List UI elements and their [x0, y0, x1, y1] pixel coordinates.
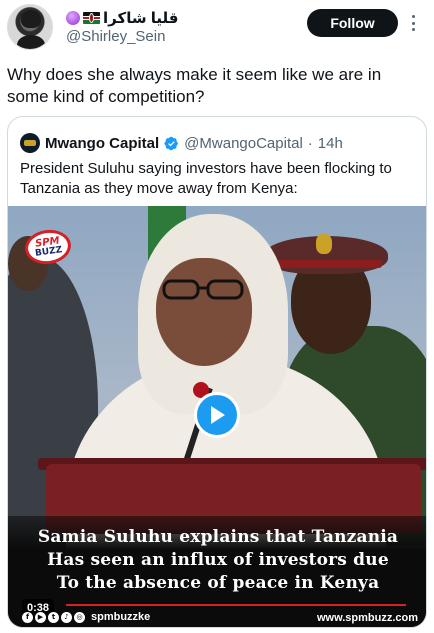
quoted-tweet-header: Mwango Capital @MwangoCapital · 14h — [20, 133, 343, 153]
author-name-row[interactable]: قليا شاكرا — [66, 9, 178, 27]
play-button[interactable] — [194, 392, 240, 438]
quoted-timestamp[interactable]: 14h — [318, 135, 343, 152]
quoted-tweet[interactable]: Mwango Capital @MwangoCapital · 14h Pres… — [7, 116, 427, 628]
caption-underline — [66, 604, 406, 606]
play-icon — [211, 406, 225, 424]
follow-button[interactable]: Follow — [307, 9, 398, 37]
kenya-flag-icon — [83, 12, 100, 24]
logo-line-2: BUZZ — [34, 244, 63, 259]
quoted-tweet-text: President Suluhu saying investors have b… — [20, 160, 392, 197]
purple-circle-icon — [66, 11, 80, 25]
caption-line-3: To the absence of peace in Kenya — [56, 573, 380, 593]
verified-badge-icon — [164, 136, 179, 150]
speaker-face-shape — [156, 258, 252, 366]
tweet-header: قليا شاكرا @Shirley_Sein Follow — [0, 0, 434, 56]
avatar-hair-shape — [21, 10, 41, 28]
youtube-icon: ▶ — [35, 611, 46, 623]
officer-cap-band — [270, 260, 382, 268]
social-handle: spmbuzzke — [91, 611, 151, 623]
author-avatar[interactable] — [7, 4, 53, 50]
quoted-author-avatar[interactable] — [20, 133, 40, 153]
video-caption: Samia Suluhu explains that Tanzania Has … — [8, 526, 426, 595]
speaker-glasses-shape — [162, 279, 244, 300]
instagram-icon: ◎ — [74, 611, 85, 623]
social-handles-bar: f ▶ t ♪ ◎ spmbuzzke — [22, 611, 150, 623]
avatar-body-shape — [17, 35, 45, 49]
website-url: www.spmbuzz.com — [316, 612, 418, 624]
caption-line-2: Has seen an influx of investors due — [47, 550, 389, 570]
video-player[interactable]: SPM BUZZ Samia Suluhu explains that Tanz… — [8, 206, 426, 627]
facebook-icon: f — [22, 611, 33, 623]
separator-dot: · — [307, 134, 313, 152]
quoted-author-handle[interactable]: @MwangoCapital — [184, 135, 303, 152]
tweet-text: Why does she always make it seem like we… — [7, 65, 382, 106]
tiktok-icon: ♪ — [61, 611, 72, 623]
twitter-icon: t — [48, 611, 59, 623]
author-handle[interactable]: @Shirley_Sein — [66, 28, 165, 45]
more-dots-icon[interactable] — [408, 13, 418, 33]
cap-badge-icon — [316, 234, 332, 254]
quoted-author-name[interactable]: Mwango Capital — [45, 135, 159, 152]
caption-line-1: Samia Suluhu explains that Tanzania — [37, 527, 399, 547]
author-display-name[interactable]: قليا شاكرا — [103, 9, 178, 27]
